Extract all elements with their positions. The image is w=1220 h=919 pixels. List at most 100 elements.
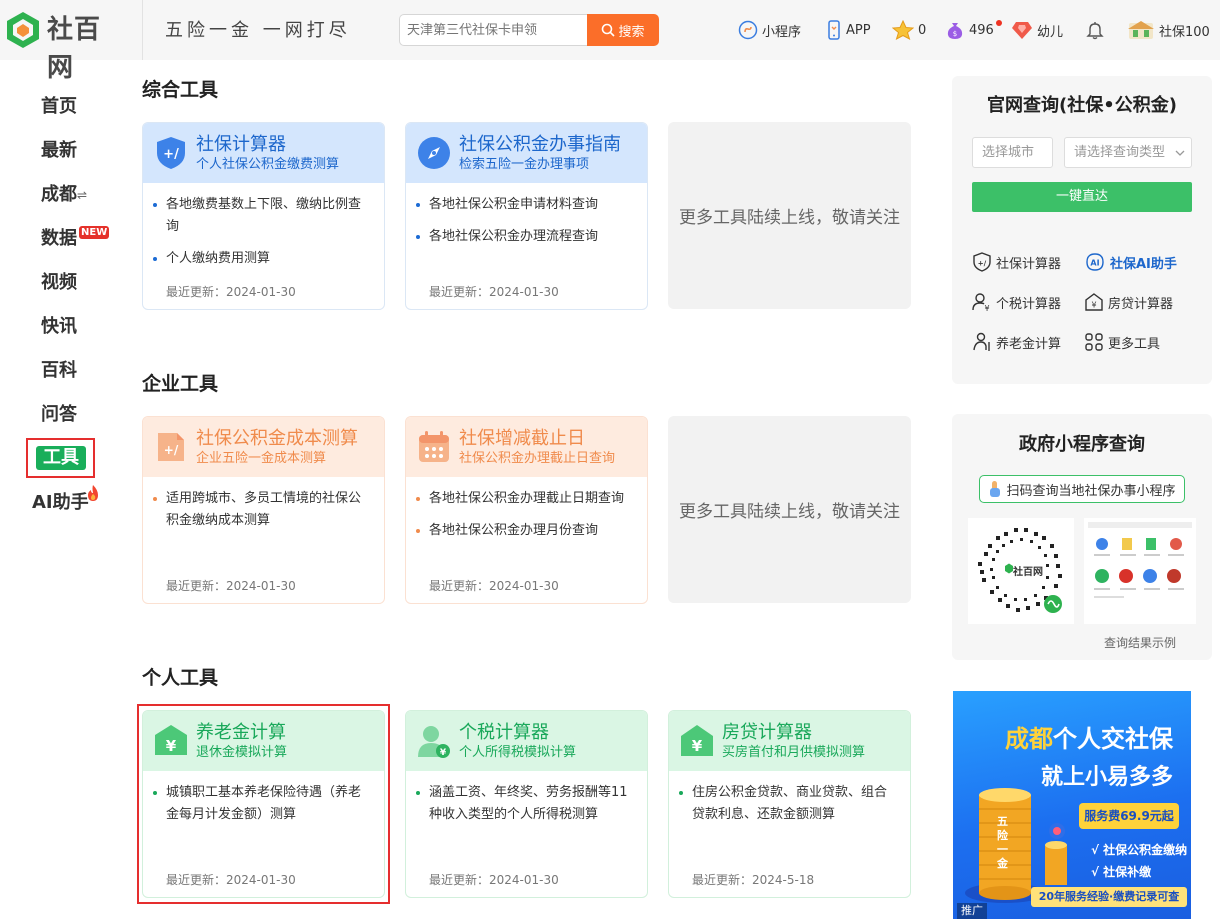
quick-link-pension[interactable]: 养老金计算 (972, 332, 1061, 352)
shield-calc-icon: +/ (157, 137, 185, 169)
ad-price-tag: 服务费69.9元起 (1079, 803, 1179, 829)
coin-text: 五险一金 (997, 815, 1008, 870)
go-direct-button[interactable]: 一键直达 (972, 182, 1192, 212)
example-caption: 查询结果示例 (1103, 636, 1176, 650)
card-updated: 最近更新：2024-01-30 (429, 285, 559, 299)
card-subtitle: 个人所得税模拟计算 (459, 745, 577, 760)
card-title: 社保增减截止日 (459, 428, 585, 449)
scan-hint-text: 扫码查询当地社保办事小程序 (1006, 483, 1176, 499)
query-type-select[interactable]: 请选择查询类型 (1064, 137, 1192, 168)
nav-item-ai-assistant[interactable]: AI助手 (32, 491, 89, 515)
ad-headline-city: 成都 (1005, 725, 1053, 753)
app-link[interactable]: APP (826, 20, 871, 40)
notification-dot (996, 20, 1002, 26)
category-link[interactable]: 幼儿 (1011, 20, 1063, 40)
ad-banner[interactable]: 成都个人交社保 就上小易多多 服务费69.9元起 √ 社保公积金缴纳 √ 社保补… (953, 691, 1191, 919)
ai-icon: AI (1086, 253, 1104, 271)
card-header: +/ 社保计算器 个人社保公积金缴费测算 (143, 123, 384, 183)
points-link[interactable]: 0 (892, 20, 926, 40)
search-button-label: 搜索 (618, 24, 645, 40)
quick-link-label: 养老金计算 (996, 336, 1062, 352)
nav-item-home[interactable]: 首页 (41, 95, 77, 119)
card-feature: 适用跨城市、多员工情境的社保公积金缴纳成本测算 (153, 488, 371, 532)
result-example-image[interactable] (1084, 518, 1196, 624)
query-type-placeholder: 请选择查询类型 (1074, 145, 1166, 160)
quick-link-label: 房贷计算器 (1108, 296, 1174, 312)
coins-link[interactable]: $ 496 (945, 20, 994, 40)
qr-code[interactable]: 社百网 (968, 518, 1074, 624)
nav-item-wiki[interactable]: 百科 (41, 359, 77, 383)
logo-mark-icon (7, 12, 39, 48)
nav-item-latest[interactable]: 最新 (41, 139, 77, 163)
site-logo[interactable]: 社百网 (6, 11, 124, 83)
search-button[interactable]: 搜索 (587, 14, 659, 46)
points-count: 0 (918, 22, 927, 38)
nav-item-tools[interactable]: 工具 (36, 446, 86, 470)
pointer-icon (990, 481, 1001, 497)
qr-logo-text: 社百网 (1013, 567, 1043, 578)
card-feature: 个人缴纳费用测算 (153, 248, 371, 270)
card-subtitle: 企业五险一金成本测算 (196, 451, 327, 466)
panel-title: 官网查询(社保•公积金) (987, 95, 1177, 116)
city-select[interactable]: 选择城市 (972, 137, 1053, 168)
quick-link-more-tools[interactable]: 更多工具 (1084, 332, 1160, 352)
svg-text:¥: ¥ (440, 748, 447, 758)
card-subtitle: 检索五险一金办理事项 (459, 157, 590, 172)
quick-link-mortgage[interactable]: ¥ 房贷计算器 (1084, 292, 1173, 312)
card-feature: 各地社保公积金办理月份查询 (416, 520, 634, 542)
nav-item-data[interactable]: 数据 (41, 227, 77, 251)
tool-card-guide[interactable]: 社保公积金办事指南 检索五险一金办理事项 各地社保公积金申请材料查询 各地社保公… (405, 122, 648, 310)
tool-card-tax[interactable]: ¥ 个税计算器 个人所得税模拟计算 涵盖工资、年终奖、劳务报酬等11种收入类型的… (405, 710, 648, 898)
nav-item-city[interactable]: 成都⇌ (41, 183, 87, 207)
mini-program-label: 小程序 (762, 24, 802, 40)
person-tax-icon: ¥ (972, 293, 990, 312)
tool-card-mortgage[interactable]: ¥ 房贷计算器 买房首付和月供模拟测算 住房公积金贷款、商业贷款、组合贷款利息、… (668, 710, 911, 898)
svg-text:$: $ (953, 30, 957, 38)
phone-icon (828, 20, 840, 40)
quick-link-tax[interactable]: ¥ 个税计算器 (972, 292, 1061, 312)
house-icon: ¥ (681, 725, 713, 756)
quick-link-ai[interactable]: AI 社保AI助手 (1084, 252, 1177, 272)
fire-icon (88, 485, 98, 501)
ad-headline: 成都个人交社保 (1005, 719, 1173, 754)
card-updated: 最近更新：2024-01-30 (429, 579, 559, 593)
quick-link-social-calc[interactable]: +/ 社保计算器 (972, 252, 1061, 272)
search-input[interactable] (399, 14, 587, 46)
official-query-panel: 官网查询(社保•公积金) 选择城市 请选择查询类型 一键直达 +/ 社保计算器 … (952, 76, 1212, 384)
tool-card-social-calc[interactable]: +/ 社保计算器 个人社保公积金缴费测算 各地缴费基数上下限、缴纳比例查询 个人… (142, 122, 385, 310)
mini-program-link[interactable]: 小程序 (738, 20, 801, 40)
category-label: 幼儿 (1037, 24, 1064, 40)
grid-icon (1085, 333, 1103, 351)
svg-text:+/: +/ (978, 260, 987, 268)
mini-program-icon (738, 20, 758, 40)
tool-card-deadline[interactable]: 社保增减截止日 社保公积金办理截止日查询 各地社保公积金办理截止日期查询 各地社… (405, 416, 648, 604)
card-title: 房贷计算器 (722, 722, 812, 743)
nav-city-label: 成都 (41, 184, 77, 205)
slogan: 五险一金 一网打尽 (165, 20, 351, 41)
card-header: 社保增减截止日 社保公积金办理截止日查询 (406, 417, 647, 477)
ad-bullet: √ 社保补缴 (1091, 865, 1152, 879)
person-tax-icon: ¥ (418, 726, 450, 758)
section-title-enterprise: 企业工具 (142, 373, 219, 395)
nav-item-news[interactable]: 快讯 (41, 315, 77, 339)
gov-mini-program-panel: 政府小程序查询 扫码查询当地社保办事小程序 社百网 查询结果示例 (952, 414, 1212, 660)
nav-item-qa[interactable]: 问答 (41, 403, 77, 427)
card-title: 社保计算器 (196, 134, 286, 155)
quick-link-label: 更多工具 (1108, 336, 1161, 352)
ad-bullet: √ 社保公积金缴纳 (1091, 843, 1188, 857)
quick-link-label: 社保计算器 (996, 256, 1062, 272)
svg-text:¥: ¥ (984, 304, 989, 312)
card-subtitle: 买房首付和月供模拟测算 (722, 745, 866, 760)
username: 社保100 (1159, 24, 1210, 40)
tool-card-cost-calc[interactable]: +/ 社保公积金成本测算 企业五险一金成本测算 适用跨城市、多员工情境的社保公积… (142, 416, 385, 604)
card-feature: 各地社保公积金申请材料查询 (416, 194, 634, 216)
nav-item-video[interactable]: 视频 (41, 271, 77, 295)
quick-link-label: 个税计算器 (996, 296, 1062, 312)
notification-button[interactable] (1085, 20, 1105, 40)
card-updated: 最近更新：2024-01-30 (429, 873, 559, 887)
card-subtitle: 个人社保公积金缴费测算 (196, 157, 340, 172)
quick-link-label: 社保AI助手 (1110, 256, 1177, 272)
user-menu[interactable]: 社保100 (1127, 20, 1210, 40)
switch-city-icon: ⇌ (77, 188, 88, 202)
highlight-box-pension (137, 704, 390, 904)
